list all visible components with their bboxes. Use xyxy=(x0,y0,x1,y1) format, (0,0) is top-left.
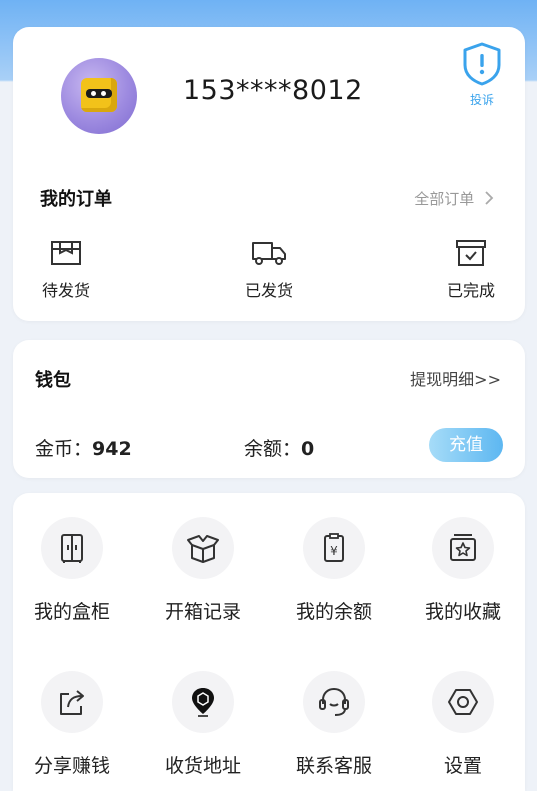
box-icon xyxy=(51,241,81,265)
menu-open-box-records[interactable]: 开箱记录 xyxy=(144,517,262,624)
balance-display: 余额：0 xyxy=(244,434,314,461)
menu-contact-support[interactable]: 联系客服 xyxy=(275,671,393,778)
menu-my-favorites[interactable]: 我的收藏 xyxy=(404,517,522,624)
order-shipped[interactable]: 已发货 xyxy=(229,239,309,301)
all-orders-label: 全部订单 xyxy=(414,190,475,208)
report-button[interactable]: 投诉 xyxy=(456,41,508,111)
headset-icon xyxy=(319,687,349,716)
menu-label: 设置 xyxy=(443,755,482,777)
order-item-label: 待发货 xyxy=(41,281,90,300)
order-item-label: 已发货 xyxy=(244,281,293,300)
order-pending-shipment[interactable]: 待发货 xyxy=(26,239,106,301)
menu-settings[interactable]: 设置 xyxy=(404,671,522,778)
menu-grid-card: 我的盒柜 开箱记录 ¥ 我的余额 我的收藏 分享赚钱 收货地址 联系客服 设置 xyxy=(13,493,525,791)
coins-display: 金币：942 xyxy=(35,434,132,461)
order-item-label: 已完成 xyxy=(446,281,495,300)
menu-label: 收货地址 xyxy=(164,755,241,777)
menu-label: 开箱记录 xyxy=(164,601,241,623)
menu-icon-bg xyxy=(432,671,494,733)
avatar-mask xyxy=(86,89,112,98)
svg-text:¥: ¥ xyxy=(330,544,338,558)
menu-label: 我的收藏 xyxy=(424,601,501,623)
share-icon xyxy=(60,690,84,715)
menu-label: 联系客服 xyxy=(295,755,372,777)
avatar-eye-right xyxy=(101,91,106,96)
order-completed[interactable]: 已完成 xyxy=(431,239,511,301)
menu-icon-bg xyxy=(432,517,494,579)
location-pin-icon xyxy=(192,688,214,717)
menu-icon-bg xyxy=(41,671,103,733)
recharge-button[interactable]: 充值 xyxy=(429,428,503,462)
user-phone: 153****8012 xyxy=(183,75,363,106)
archive-check-icon xyxy=(456,240,486,266)
cabinet-icon xyxy=(61,534,83,563)
avatar[interactable] xyxy=(61,58,137,134)
profile-card: 153****8012 投诉 我的订单 全部订单 待发货 已发货 已完成 xyxy=(13,27,525,321)
wallet-card: 钱包 提现明细>> 金币：942 余额：0 充值 xyxy=(13,340,525,478)
open-box-icon xyxy=(187,535,219,563)
coins-label: 金币： xyxy=(35,438,93,460)
report-label: 投诉 xyxy=(469,93,494,107)
menu-my-balance[interactable]: ¥ 我的余额 xyxy=(275,517,393,624)
yen-clipboard-icon: ¥ xyxy=(324,533,344,562)
menu-label: 分享赚钱 xyxy=(33,755,110,777)
star-box-icon xyxy=(450,534,476,561)
withdraw-details-link[interactable]: 提现明细>> xyxy=(410,366,501,390)
chevron-right-icon xyxy=(485,191,494,205)
settings-hexagon-icon xyxy=(448,689,478,715)
avatar-eye-left xyxy=(91,91,96,96)
avatar-cube-mascot xyxy=(81,78,117,112)
menu-icon-bg xyxy=(41,517,103,579)
shield-alert-icon xyxy=(463,42,501,86)
menu-my-cabinet[interactable]: 我的盒柜 xyxy=(13,517,131,624)
menu-icon-bg xyxy=(172,671,234,733)
menu-share-earn[interactable]: 分享赚钱 xyxy=(13,671,131,778)
coins-value: 942 xyxy=(92,438,132,460)
all-orders-link[interactable]: 全部订单 xyxy=(414,188,495,209)
menu-label: 我的余额 xyxy=(295,601,372,623)
orders-title: 我的订单 xyxy=(40,189,112,210)
wallet-title: 钱包 xyxy=(35,370,71,391)
menu-icon-bg xyxy=(172,517,234,579)
menu-label: 我的盒柜 xyxy=(33,601,110,623)
truck-icon xyxy=(252,242,286,265)
balance-label: 余额： xyxy=(244,438,302,460)
menu-icon-bg xyxy=(303,671,365,733)
balance-value: 0 xyxy=(301,438,315,460)
menu-shipping-address[interactable]: 收货地址 xyxy=(144,671,262,778)
menu-icon-bg: ¥ xyxy=(303,517,365,579)
